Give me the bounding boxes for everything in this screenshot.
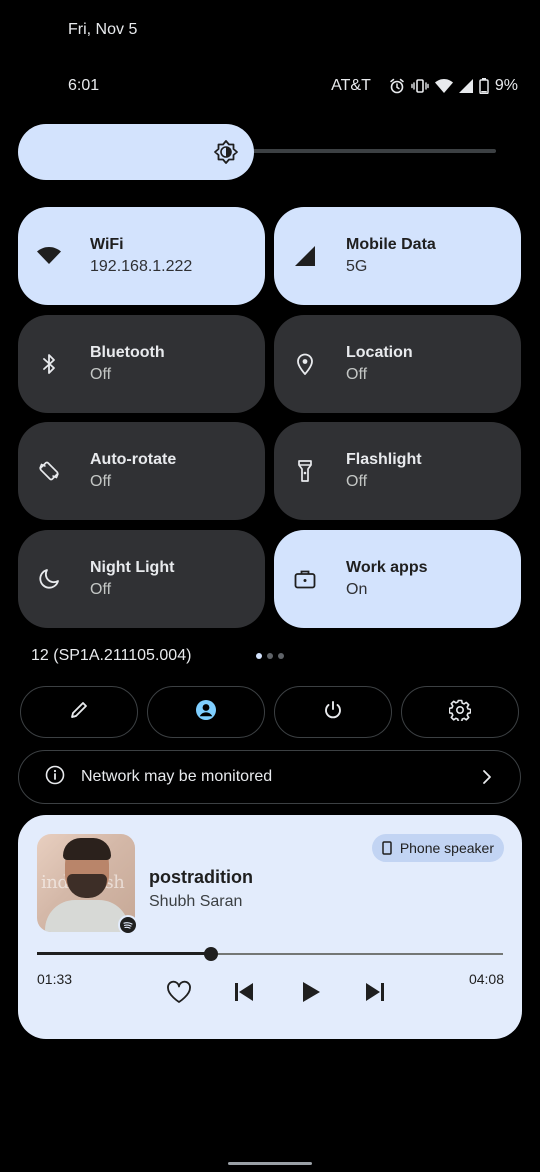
- briefcase-icon: [292, 566, 318, 592]
- seek-progress: [37, 952, 211, 955]
- play-icon: [303, 982, 320, 1002]
- tile-mobile-data[interactable]: Mobile Data 5G: [274, 207, 521, 305]
- tile-state: Off: [90, 581, 112, 598]
- heart-icon: [167, 980, 191, 1003]
- skip-previous-icon: [235, 983, 253, 1001]
- signal-icon: [458, 79, 473, 93]
- output-device-chip[interactable]: Phone speaker: [371, 834, 504, 862]
- elapsed-time: 01:33: [37, 971, 73, 987]
- tile-auto-rotate[interactable]: Auto-rotate Off: [18, 422, 265, 520]
- tile-wifi[interactable]: WiFi 192.168.1.222: [18, 207, 265, 305]
- tile-label: Work apps: [346, 559, 428, 576]
- artist-name: Shubh Saran: [149, 893, 243, 910]
- tile-location[interactable]: Location Off: [274, 315, 521, 413]
- tile-label: Auto-rotate: [90, 451, 177, 468]
- date-label: Fri, Nov 5: [68, 21, 138, 38]
- user-switch-button[interactable]: [147, 686, 265, 738]
- wifi-status-icon: [434, 79, 453, 93]
- spotify-icon: [118, 915, 138, 935]
- tile-label: Night Light: [90, 559, 175, 576]
- user-icon: [195, 699, 217, 726]
- power-button[interactable]: [274, 686, 392, 738]
- page-dot: [267, 653, 273, 659]
- brightness-icon: [213, 139, 239, 165]
- album-art-hair: [63, 838, 111, 860]
- tile-state: Off: [346, 366, 368, 383]
- moon-icon: [36, 566, 62, 592]
- seek-thumb[interactable]: [204, 947, 218, 961]
- tile-night-light[interactable]: Night Light Off: [18, 530, 265, 628]
- page-indicator: [256, 653, 284, 659]
- page-dot: [278, 653, 284, 659]
- clock: 6:01: [68, 77, 100, 94]
- build-number: 12 (SP1A.211105.004): [31, 647, 192, 664]
- flashlight-icon: [292, 458, 318, 484]
- status-icons: AT&T 9%: [331, 76, 518, 96]
- output-device-label: Phone speaker: [399, 840, 494, 856]
- power-icon: [323, 700, 343, 725]
- tile-state: 192.168.1.222: [90, 258, 193, 275]
- media-player: indalleish Phone speaker postradition Sh…: [18, 815, 522, 1039]
- tile-bluetooth[interactable]: Bluetooth Off: [18, 315, 265, 413]
- settings-button[interactable]: [401, 686, 519, 738]
- tile-state: 5G: [346, 258, 368, 275]
- carrier-label: AT&T: [331, 77, 371, 94]
- wifi-icon: [36, 243, 62, 269]
- next-button[interactable]: [360, 977, 390, 1007]
- settings-icon: [448, 699, 472, 726]
- album-art-beard: [67, 874, 107, 898]
- tile-state: On: [346, 581, 368, 598]
- tile-label: Bluetooth: [90, 344, 165, 361]
- tile-state: Off: [90, 473, 112, 490]
- network-monitored-bar[interactable]: Network may be monitored: [18, 750, 521, 804]
- total-time: 04:08: [468, 971, 504, 987]
- tile-state: Off: [90, 366, 112, 383]
- location-pin-icon: [292, 351, 318, 377]
- bluetooth-icon: [36, 351, 62, 377]
- album-art-body: [45, 900, 129, 932]
- tile-flashlight[interactable]: Flashlight Off: [274, 422, 521, 520]
- battery-icon: [479, 78, 489, 94]
- tile-label: Location: [346, 344, 413, 361]
- vibrate-icon: [411, 78, 429, 94]
- cell-signal-icon: [292, 243, 318, 269]
- tile-work-apps[interactable]: Work apps On: [274, 530, 521, 628]
- phone-icon: [382, 841, 392, 855]
- tile-label: WiFi: [90, 236, 124, 253]
- chevron-right-icon: [482, 769, 492, 790]
- play-button[interactable]: [296, 977, 326, 1007]
- brightness-track[interactable]: [252, 149, 496, 153]
- tile-label: Flashlight: [346, 451, 422, 468]
- info-icon: [45, 765, 65, 790]
- tile-label: Mobile Data: [346, 236, 436, 253]
- rotate-icon: [36, 458, 62, 484]
- song-title: postradition: [149, 867, 253, 887]
- alarm-icon: [389, 78, 405, 94]
- edit-icon: [69, 700, 89, 725]
- skip-next-icon: [366, 983, 384, 1001]
- previous-button[interactable]: [229, 977, 259, 1007]
- tile-state: Off: [346, 473, 368, 490]
- edit-button[interactable]: [20, 686, 138, 738]
- network-text: Network may be monitored: [81, 768, 273, 785]
- page-dot-active: [256, 653, 262, 659]
- like-button[interactable]: [164, 977, 194, 1007]
- battery-percent: 9%: [494, 77, 518, 94]
- home-indicator[interactable]: [228, 1162, 312, 1165]
